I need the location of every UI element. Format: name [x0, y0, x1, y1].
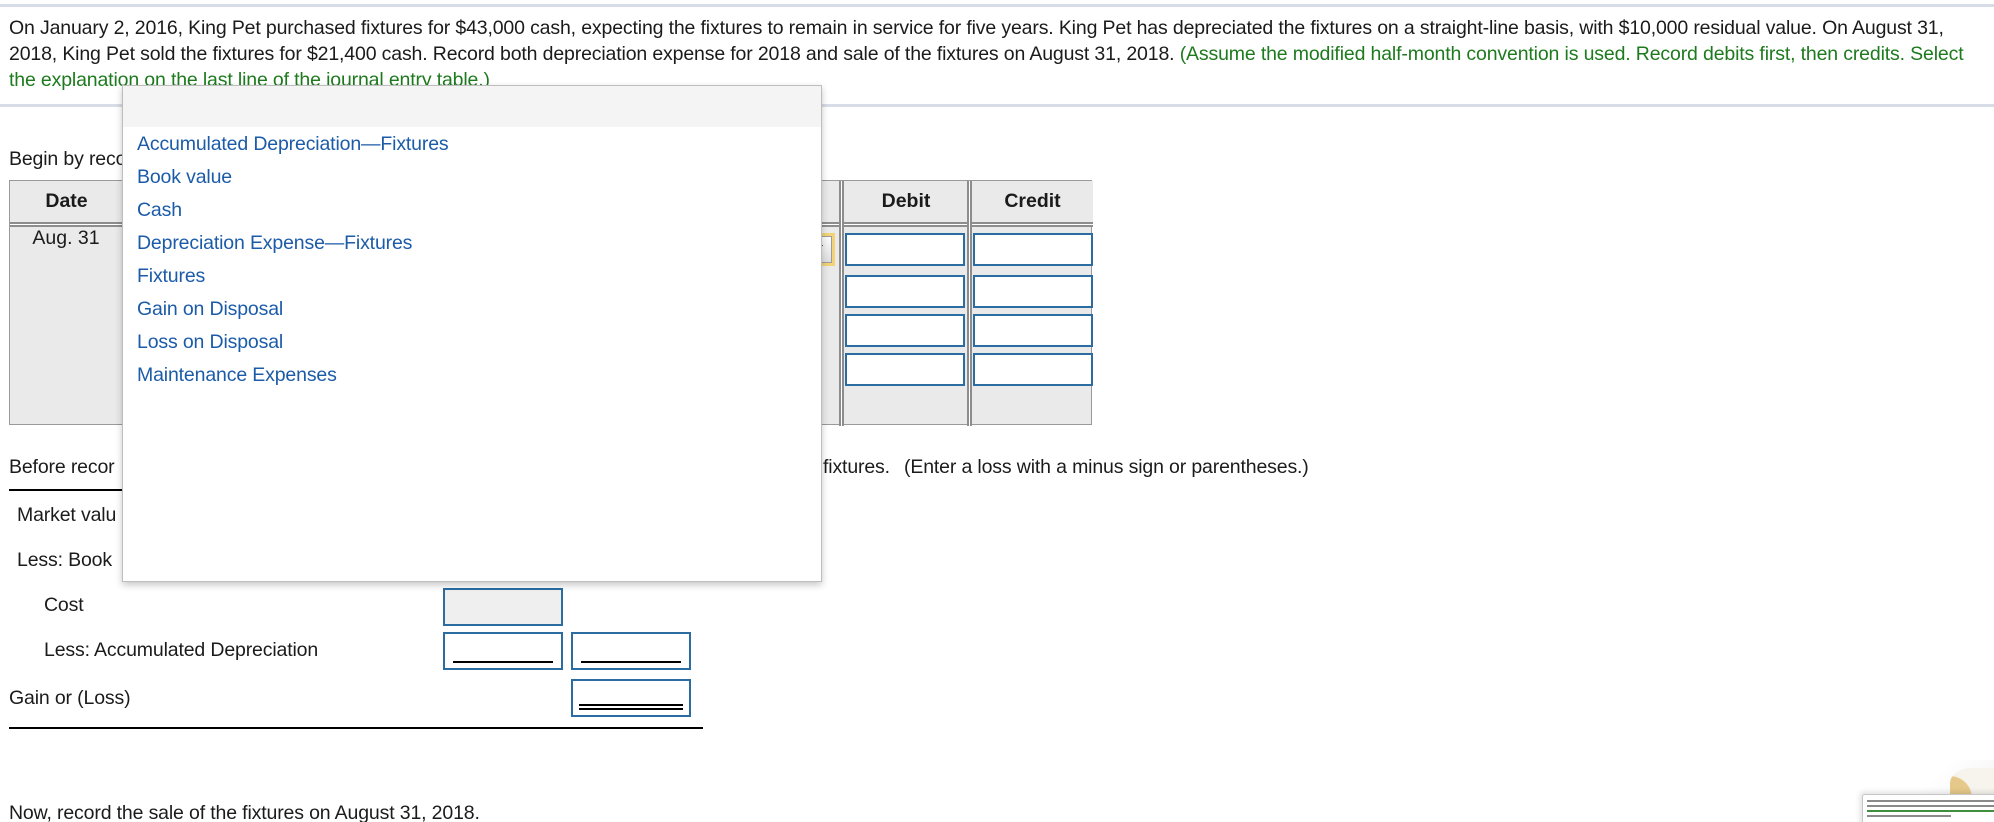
credit-input-row-4[interactable] [973, 353, 1093, 386]
problem-sentence-1: On January 2, 2016, King Pet purchased f… [9, 17, 1817, 39]
column-header-credit: Credit [1004, 190, 1061, 212]
dropdown-option-book-value[interactable]: Book value [123, 161, 821, 194]
dropdown-option-fixtures[interactable]: Fixtures [123, 260, 821, 293]
credit-input-row-2[interactable] [973, 275, 1093, 308]
preview-text-line [1867, 815, 1951, 817]
journal-date-cell: Aug. 31 [32, 227, 100, 249]
debit-input-row-4[interactable] [845, 353, 965, 386]
preview-text-line [1867, 800, 1994, 802]
credit-input-row-3[interactable] [973, 314, 1093, 347]
total-rule [579, 704, 683, 710]
credit-input-row-1[interactable] [973, 233, 1093, 266]
subtotal-rule [581, 661, 681, 663]
calc-label-cost: Cost [44, 594, 84, 616]
column-separator-3 [967, 181, 972, 426]
instruction-now: Now, record the sale of the fixtures on … [9, 802, 480, 822]
column-header-date: Date [45, 190, 88, 212]
dropdown-option-blank[interactable] [123, 86, 821, 128]
top-divider [0, 4, 1994, 7]
debit-input-row-1[interactable] [845, 233, 965, 266]
dropdown-option-cash[interactable]: Cash [123, 194, 821, 227]
preview-text-line [1867, 810, 1994, 812]
calc-bottom-rule [9, 727, 703, 729]
problem-statement: On January 2, 2016, King Pet purchased f… [9, 15, 1987, 93]
dropdown-option-maintenance-expenses[interactable]: Maintenance Expenses [123, 359, 821, 392]
dropdown-option-gain-on-disposal[interactable]: Gain on Disposal [123, 293, 821, 326]
calc-label-market-value: Market valu [17, 504, 117, 526]
calc-input-cost[interactable] [443, 588, 563, 626]
calc-intro-prefix: Before recor [9, 456, 115, 478]
calc-input-book-value[interactable] [571, 632, 691, 670]
debit-input-row-2[interactable] [845, 275, 965, 308]
column-header-debit: Debit [881, 190, 931, 212]
column-separator-2 [839, 181, 844, 426]
question-page: On January 2, 2016, King Pet purchased f… [0, 0, 1994, 822]
account-dropdown-list[interactable]: Accumulated Depreciation—Fixtures Book v… [122, 85, 822, 582]
dropdown-option-accumulated-depreciation-fixtures[interactable]: Accumulated Depreciation—Fixtures [123, 128, 821, 161]
dropdown-option-loss-on-disposal[interactable]: Loss on Disposal [123, 326, 821, 359]
calc-intro-suffix: fixtures. [823, 456, 890, 478]
question-preview-thumbnail[interactable] [1862, 794, 1994, 822]
calc-label-less-accum-dep: Less: Accumulated Depreciation [44, 639, 319, 661]
calc-intro-hint: (Enter a loss with a minus sign or paren… [904, 456, 1309, 478]
dropdown-option-depreciation-expense-fixtures[interactable]: Depreciation Expense—Fixtures [123, 227, 821, 260]
subtotal-rule [453, 661, 553, 663]
debit-input-row-3[interactable] [845, 314, 965, 347]
preview-text-line [1867, 805, 1994, 807]
calc-label-less-book-value: Less: Book [17, 549, 112, 571]
calc-label-gain-or-loss: Gain or (Loss) [9, 687, 131, 709]
calc-input-gain-or-loss[interactable] [571, 679, 691, 717]
calc-input-accum-depreciation[interactable] [443, 632, 563, 670]
